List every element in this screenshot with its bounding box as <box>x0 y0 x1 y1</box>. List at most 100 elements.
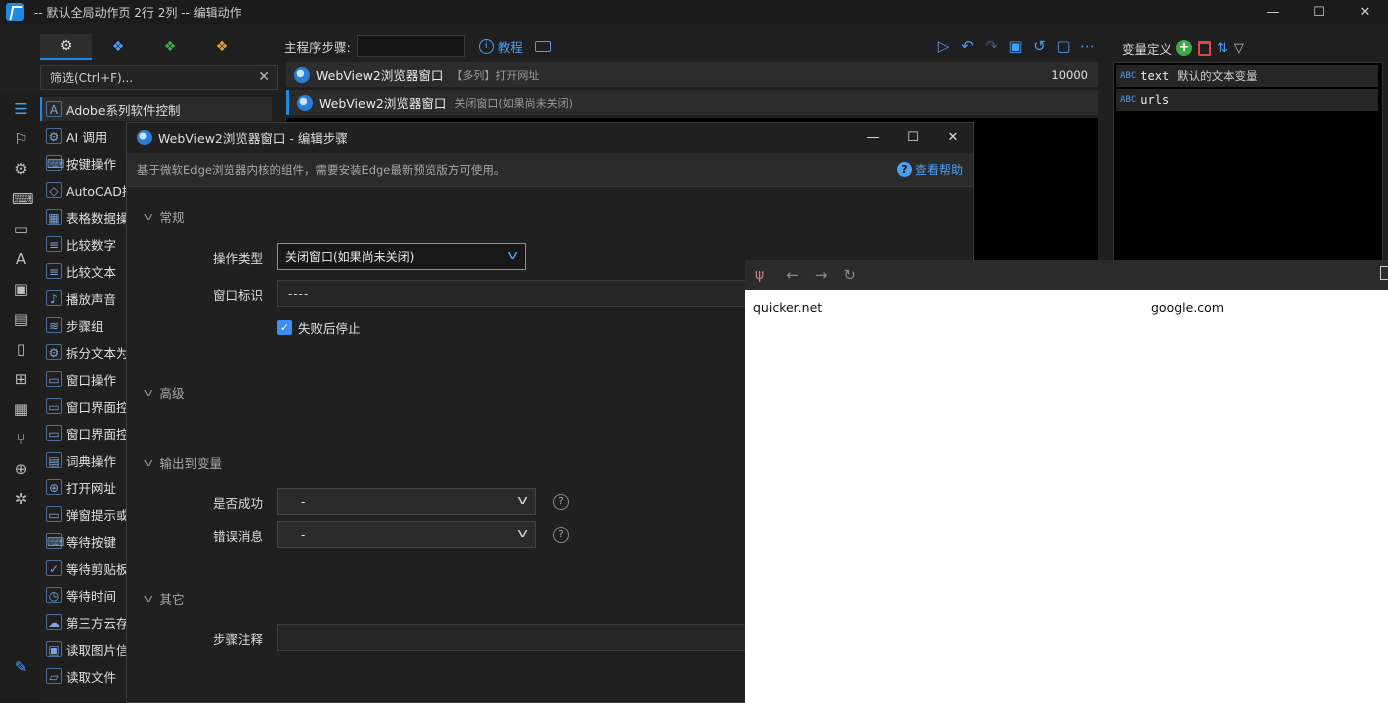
filter-input[interactable]: 筛选(Ctrl+F)... ✕ <box>40 65 278 90</box>
variable-type: ABC <box>1120 71 1137 81</box>
section-output[interactable]: v 输出到变量 <box>144 453 223 472</box>
browser-control-icon[interactable] <box>1380 266 1388 280</box>
help-link[interactable]: ? 查看帮助 <box>896 161 963 178</box>
tab-orange-actions[interactable]: ❖ <box>196 34 248 60</box>
forward-icon[interactable]: → <box>815 266 828 284</box>
category-item[interactable]: A Adobe系列软件控制 <box>40 97 272 121</box>
tab-green-actions[interactable]: ❖ <box>144 34 196 60</box>
popup-icon: ▭ <box>46 506 62 522</box>
clipboard-icon[interactable]: ▤ <box>12 310 30 328</box>
add-variable-icon[interactable]: + <box>1176 40 1193 56</box>
app-logo-icon <box>6 3 24 21</box>
step-desc: 【多列】打开网址 <box>451 68 540 82</box>
delete-variable-icon[interactable] <box>1198 40 1212 56</box>
note-input[interactable] <box>277 624 747 651</box>
grid-icon[interactable]: ▦ <box>12 400 30 418</box>
cubes-green-icon: ❖ <box>163 39 177 55</box>
image-icon: ▣ <box>46 641 62 657</box>
section-advanced[interactable]: v 高级 <box>144 383 185 402</box>
settings-icon[interactable]: ⚙ <box>12 160 30 178</box>
keyboard-icon[interactable]: ⌨ <box>12 190 34 208</box>
chevron-down-icon: v <box>517 493 528 507</box>
success-var-select[interactable]: - v <box>277 488 536 515</box>
category-label: 读取文件 <box>66 669 117 685</box>
dialog-maximize-button[interactable]: ☐ <box>893 123 933 151</box>
text-icon[interactable]: A <box>12 250 30 268</box>
bookmark-icon[interactable]: ⚐ <box>12 130 30 148</box>
undo-icon[interactable]: ↶ <box>959 38 976 55</box>
chevron-down-icon: v <box>507 248 518 262</box>
browser-toolbar: ψ ← → ↻ <box>745 260 1388 290</box>
dialog-minimize-button[interactable]: — <box>853 123 893 151</box>
category-label: AutoCAD控 <box>66 183 135 199</box>
keyboard-shortcut-icon[interactable] <box>534 40 551 52</box>
help-question-icon[interactable]: ? <box>553 527 569 543</box>
document-icon[interactable]: ▯ <box>12 340 30 358</box>
image-icon[interactable]: ▣ <box>12 280 30 298</box>
gears-icon[interactable]: ✲ <box>12 490 30 508</box>
section-general[interactable]: v 常规 <box>144 207 185 226</box>
minimize-button[interactable]: — <box>1250 0 1296 24</box>
dialog-title-bar: WebView2浏览器窗口 - 编辑步骤 — ☐ ✕ <box>127 123 973 151</box>
back-icon[interactable]: ← <box>786 266 799 284</box>
tab-blue-actions[interactable]: ❖ <box>92 34 144 60</box>
history-icon[interactable]: ↺ <box>1031 38 1048 55</box>
filter-icon[interactable]: ▽ <box>1234 41 1244 56</box>
step-desc: 关闭窗口(如果尚未关闭) <box>454 96 573 110</box>
wrench-icon[interactable]: ✎ <box>12 658 30 676</box>
more-icon[interactable]: ⋯ <box>1079 38 1096 55</box>
window-icon[interactable]: ▭ <box>12 220 30 238</box>
success-label: 是否成功 <box>213 496 264 511</box>
branch-icon[interactable]: ⑂ <box>12 430 30 448</box>
error-label: 错误消息 <box>213 529 264 544</box>
webview-browser-window: ψ ← → ↻ quicker.net google.com <box>745 260 1388 703</box>
section-other[interactable]: v 其它 <box>144 589 185 608</box>
steps-label: 主程序步骤: <box>284 39 351 55</box>
variable-name: text <box>1140 69 1170 83</box>
run-icon[interactable]: ▷ <box>935 38 952 55</box>
gear-icon: ⚙ <box>46 344 62 360</box>
maximize-button[interactable]: ☐ <box>1296 0 1342 24</box>
help-question-icon[interactable]: ? <box>553 494 569 510</box>
cloud-icon: ☁ <box>46 614 62 630</box>
op-type-label: 操作类型 <box>213 251 264 266</box>
step-row[interactable]: WebView2浏览器窗口 关闭窗口(如果尚未关闭) <box>286 90 1098 115</box>
section-other-label: 其它 <box>159 592 185 607</box>
error-var-select[interactable]: - v <box>277 521 536 548</box>
op-type-select[interactable]: 关闭窗口(如果尚未关闭) v <box>277 243 526 270</box>
browser-link[interactable]: google.com <box>1151 300 1224 315</box>
tab-settings[interactable]: ⚙ <box>40 34 92 60</box>
step-row[interactable]: WebView2浏览器窗口 【多列】打开网址 10000 <box>286 62 1098 87</box>
variables-header: 变量定义 + ⇅ ▽ <box>1116 38 1388 58</box>
windows-icon[interactable]: ⊞ <box>12 370 30 388</box>
steps-search-input[interactable] <box>356 35 465 57</box>
tutorial-link[interactable]: i 教程 <box>478 37 523 56</box>
window-id-input[interactable]: ---- <box>277 280 747 307</box>
browser-link[interactable]: quicker.net <box>753 300 822 315</box>
category-label: 弹窗提示或 <box>66 507 129 523</box>
clear-filter-icon[interactable]: ✕ <box>258 69 270 85</box>
section-output-label: 输出到变量 <box>159 456 223 471</box>
success-value: - <box>301 494 306 509</box>
dialog-close-button[interactable]: ✕ <box>933 123 973 151</box>
sound-icon: ♪ <box>46 290 62 306</box>
close-button[interactable]: ✕ <box>1342 0 1388 24</box>
stop-on-fail-checkbox[interactable]: ✓ 失败后停止 <box>277 318 361 337</box>
globe-icon[interactable]: ⊕ <box>12 460 30 478</box>
window-icon: ▭ <box>46 371 62 387</box>
category-label: AI 调用 <box>66 129 108 145</box>
dict-icon: ▤ <box>46 452 62 468</box>
variable-row[interactable]: ABC text 默认的文本变量 <box>1116 65 1378 87</box>
category-label: 打开网址 <box>66 480 117 496</box>
refresh-icon[interactable]: ↻ <box>843 266 856 284</box>
compare-icon: ≡ <box>46 236 62 252</box>
sort-icon[interactable]: ⇅ <box>1217 41 1228 56</box>
variable-row[interactable]: ABC urls <box>1116 89 1378 111</box>
adobe-icon: A <box>46 101 62 117</box>
redo-icon[interactable]: ↷ <box>983 38 1000 55</box>
save-icon[interactable]: ▣ <box>1007 38 1024 55</box>
category-label: 拆分文本为 <box>66 345 129 361</box>
list-icon[interactable]: ☰ <box>12 100 30 118</box>
note-icon[interactable]: ▢ <box>1055 38 1072 55</box>
category-label: Adobe系列软件控制 <box>66 102 181 118</box>
